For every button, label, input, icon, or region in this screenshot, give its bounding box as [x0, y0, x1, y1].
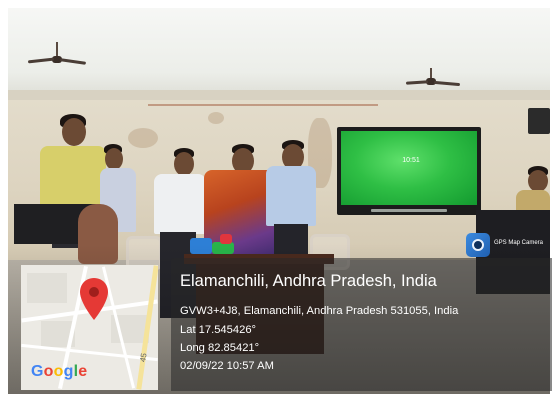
google-letter: o [53, 363, 64, 380]
latitude: Lat 17.545426° [180, 324, 257, 336]
app-badge-label: GPS Map Camera [494, 240, 544, 246]
interactive-display: 10:51 [337, 127, 481, 215]
google-logo: Google [31, 363, 87, 381]
road-number: 45 [138, 352, 149, 363]
map-thumbnail: 45 Google [21, 265, 158, 390]
datetime: 02/09/22 10:57 AM [180, 360, 274, 372]
address-line: GVW3+4J8, Elamanchili, Andhra Pradesh 53… [180, 305, 459, 317]
google-letter: e [78, 363, 88, 380]
display-screen: 10:51 [341, 131, 477, 205]
google-letter: g [63, 363, 74, 380]
longitude: Long 82.85421° [180, 342, 260, 354]
wall-speaker [528, 108, 550, 134]
google-letter: G [31, 363, 44, 380]
ceiling [8, 8, 550, 100]
google-letter: o [43, 363, 54, 380]
gift [220, 234, 232, 244]
display-clock: 10:51 [402, 157, 420, 164]
location-title: Elamanchili, Andhra Pradesh, India [180, 272, 437, 290]
map-pin-icon [80, 278, 108, 320]
camera-icon [466, 233, 490, 257]
gps-camera-badge: GPS Map Camera [466, 233, 544, 261]
ceiling-beam [8, 90, 550, 100]
